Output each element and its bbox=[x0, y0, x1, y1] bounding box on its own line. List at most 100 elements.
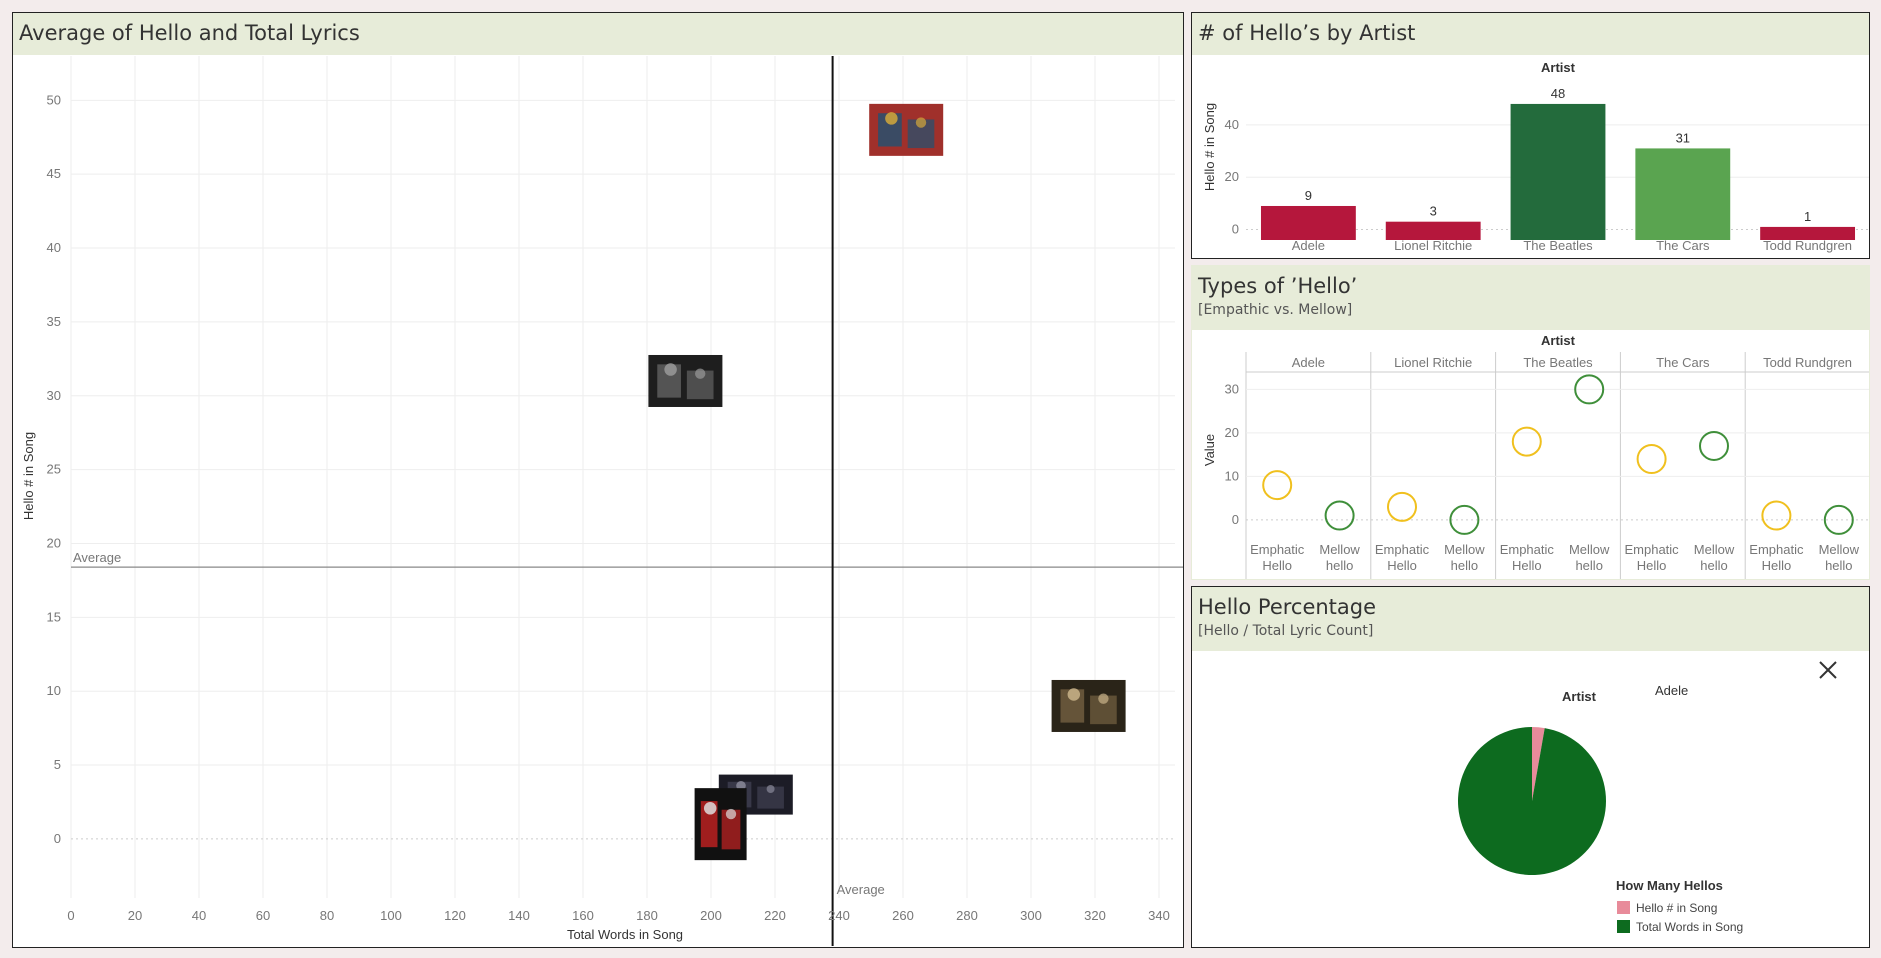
scatter-y-average-label: Average bbox=[73, 550, 121, 565]
bar-panel: # of Hello’s by Artist Artist Hello # in… bbox=[1191, 12, 1870, 259]
types-subcategory-label: Mellow bbox=[1319, 542, 1360, 557]
bar-the-cars[interactable] bbox=[1635, 148, 1731, 240]
pie-chart[interactable]: Artist Adele How Many Hellos Hello # in … bbox=[1192, 651, 1870, 948]
bar-panel-title: # of Hello’s by Artist bbox=[1192, 13, 1869, 55]
types-dot-emphatic[interactable] bbox=[1636, 444, 1667, 474]
types-subcategory-label: Emphatic bbox=[1375, 542, 1430, 557]
scatter-point-adele[interactable] bbox=[1051, 679, 1126, 732]
types-panel-subtitle: [Empathic vs. Mellow] bbox=[1198, 302, 1353, 318]
scatter-panel: Average of Hello and Total Lyrics Averag… bbox=[12, 12, 1184, 948]
types-subcategory-label: Hello bbox=[1512, 558, 1542, 573]
scatter-y-tick: 45 bbox=[47, 166, 61, 181]
pie-slice-total-words[interactable] bbox=[1458, 727, 1606, 875]
pie-filter-value[interactable]: Adele bbox=[1655, 683, 1688, 698]
types-subcategory-label: hello bbox=[1451, 558, 1478, 573]
scatter-chart[interactable]: AverageAverage 0 20 40 60 80 100 120 140 160 180 2… bbox=[13, 56, 1184, 946]
scatter-y-axis-label: Hello # in Song bbox=[21, 432, 36, 520]
types-artist-header: The Beatles bbox=[1523, 355, 1593, 370]
bar-category-label: The Beatles bbox=[1523, 238, 1593, 253]
bar-category-label: Adele bbox=[1292, 238, 1325, 253]
scatter-panel-title: Average of Hello and Total Lyrics bbox=[13, 13, 1183, 55]
types-dot-mellow[interactable] bbox=[1449, 504, 1480, 535]
scatter-x-tick: 240 bbox=[828, 908, 850, 923]
pie-legend-label: Total Words in Song bbox=[1636, 920, 1743, 934]
types-subcategory-label: hello bbox=[1700, 558, 1727, 573]
bar-category-label: Todd Rundgren bbox=[1763, 238, 1852, 253]
scatter-x-tick: 140 bbox=[508, 908, 530, 923]
scatter-x-tick: 340 bbox=[1148, 908, 1170, 923]
scatter-y-tick: 30 bbox=[47, 388, 61, 403]
types-artist-header: Todd Rundgren bbox=[1763, 355, 1852, 370]
types-dot-emphatic[interactable] bbox=[1511, 426, 1542, 457]
bar-data-label: 9 bbox=[1305, 188, 1312, 203]
types-subcategory-label: Hello bbox=[1762, 558, 1792, 573]
bar-y-axis-label: Hello # in Song bbox=[1202, 103, 1217, 191]
pie-legend-title: How Many Hellos bbox=[1616, 878, 1723, 893]
scatter-y-tick: 25 bbox=[47, 462, 61, 477]
bar-data-label: 48 bbox=[1551, 86, 1565, 101]
scatter-x-tick: 0 bbox=[67, 908, 74, 923]
bar-y-tick: 20 bbox=[1225, 169, 1239, 184]
bar-header-label: Artist bbox=[1541, 60, 1576, 75]
scatter-x-tick: 60 bbox=[256, 908, 270, 923]
scatter-x-average-label: Average bbox=[837, 882, 885, 897]
scatter-x-tick: 320 bbox=[1084, 908, 1106, 923]
bar-adele[interactable] bbox=[1260, 205, 1356, 240]
types-subcategory-label: Emphatic bbox=[1624, 542, 1679, 557]
types-header-label: Artist bbox=[1541, 333, 1576, 348]
types-y-axis-label: Value bbox=[1202, 434, 1217, 466]
scatter-point-todd-rundgren[interactable] bbox=[694, 788, 747, 861]
scatter-x-axis-label: Total Words in Song bbox=[567, 927, 683, 942]
bar-y-tick: 0 bbox=[1232, 222, 1239, 237]
types-subcategory-label: Emphatic bbox=[1250, 542, 1305, 557]
types-subcategory-label: Mellow bbox=[1819, 542, 1860, 557]
types-y-tick: 30 bbox=[1225, 381, 1239, 396]
types-panel-title: Types of ’Hello’ bbox=[1198, 274, 1358, 298]
types-subcategory-label: hello bbox=[1326, 558, 1353, 573]
types-dot-emphatic[interactable] bbox=[1387, 491, 1417, 522]
types-dot-mellow[interactable] bbox=[1324, 500, 1355, 531]
pie-panel-subtitle: [Hello / Total Lyric Count] bbox=[1198, 623, 1374, 639]
types-dot-emphatic[interactable] bbox=[1262, 470, 1293, 501]
types-chart[interactable]: Artist Value 0102030AdeleEmphaticHelloMe… bbox=[1192, 330, 1870, 580]
bar-category-label: The Cars bbox=[1656, 238, 1710, 253]
types-subcategory-label: Emphatic bbox=[1500, 542, 1555, 557]
types-panel-title-box: Types of ’Hello’ [Empathic vs. Mellow] bbox=[1192, 266, 1869, 330]
pie-panel-title-box: Hello Percentage [Hello / Total Lyric Co… bbox=[1192, 587, 1869, 651]
types-artist-header: Adele bbox=[1292, 355, 1325, 370]
types-panel: Types of ’Hello’ [Empathic vs. Mellow] A… bbox=[1191, 265, 1870, 580]
types-subcategory-label: hello bbox=[1825, 558, 1852, 573]
scatter-x-tick: 220 bbox=[764, 908, 786, 923]
scatter-point-the-cars[interactable] bbox=[648, 354, 723, 407]
scatter-point-the-beatles[interactable] bbox=[869, 103, 944, 156]
bar-data-label: 31 bbox=[1676, 130, 1690, 145]
pie-header-label: Artist bbox=[1562, 689, 1597, 704]
types-dot-mellow[interactable] bbox=[1823, 504, 1854, 535]
bar-y-tick: 40 bbox=[1225, 117, 1239, 132]
scatter-x-tick: 260 bbox=[892, 908, 914, 923]
scatter-x-tick: 80 bbox=[320, 908, 334, 923]
scatter-y-tick: 15 bbox=[47, 609, 61, 624]
types-artist-header: The Cars bbox=[1656, 355, 1710, 370]
types-y-tick: 20 bbox=[1225, 425, 1239, 440]
scatter-x-tick: 160 bbox=[572, 908, 594, 923]
pie-panel: Hello Percentage [Hello / Total Lyric Co… bbox=[1191, 586, 1870, 948]
bar-chart[interactable]: Artist Hello # in Song 0 20 40 9 Adele 3 Lione… bbox=[1192, 55, 1870, 259]
types-y-tick: 0 bbox=[1232, 512, 1239, 527]
bar-the-beatles[interactable] bbox=[1510, 103, 1606, 240]
scatter-y-tick: 20 bbox=[47, 535, 61, 550]
scatter-x-tick: 300 bbox=[1020, 908, 1042, 923]
scatter-y-tick: 35 bbox=[47, 314, 61, 329]
scatter-y-tick: 50 bbox=[47, 92, 61, 107]
types-y-tick: 10 bbox=[1225, 468, 1239, 483]
bar-data-label: 3 bbox=[1430, 204, 1437, 219]
pie-legend-label: Hello # in Song bbox=[1636, 901, 1717, 915]
types-dot-emphatic[interactable] bbox=[1761, 500, 1792, 531]
types-subcategory-label: Emphatic bbox=[1749, 542, 1804, 557]
scatter-x-tick: 100 bbox=[380, 908, 402, 923]
scatter-x-tick: 200 bbox=[700, 908, 722, 923]
types-dot-mellow[interactable] bbox=[1699, 430, 1729, 461]
pie-legend-swatch bbox=[1617, 901, 1630, 914]
scatter-x-tick: 120 bbox=[444, 908, 466, 923]
scatter-x-tick: 280 bbox=[956, 908, 978, 923]
